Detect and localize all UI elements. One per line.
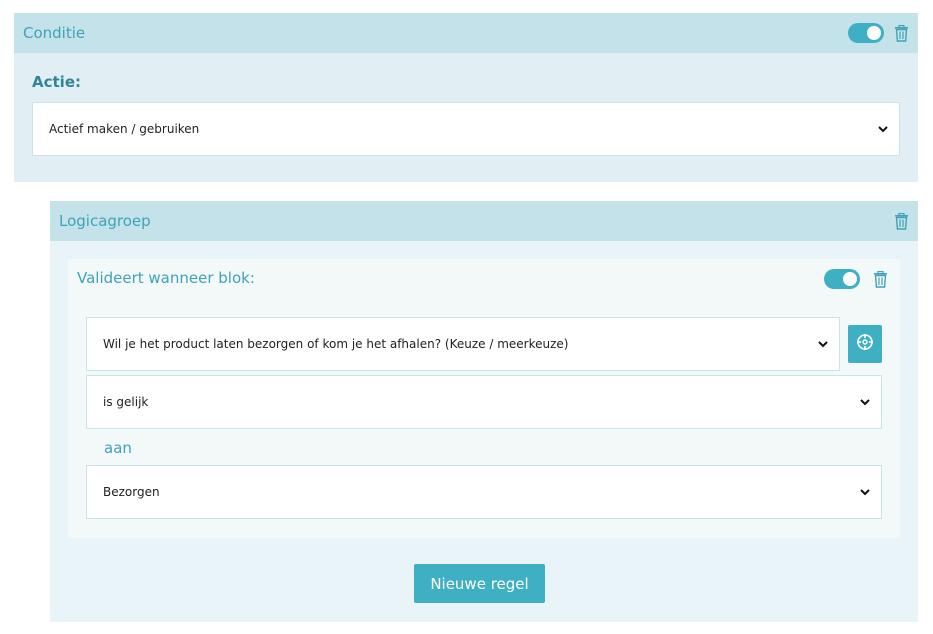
new-rule-button[interactable]: Nieuwe regel	[414, 564, 545, 603]
operator-select-value: is gelijk	[103, 395, 149, 409]
logic-group-title: Logicagroep	[59, 212, 151, 230]
condition-header: Conditie	[14, 13, 918, 53]
action-label: Actie:	[32, 73, 81, 91]
answer-select[interactable]: Bezorgen	[86, 465, 882, 519]
validation-enabled-toggle[interactable]	[824, 269, 860, 289]
logic-group-header: Logicagroep	[50, 201, 918, 241]
chevron-down-icon	[817, 338, 829, 350]
condition-panel: Conditie Actie: Actief maken / gebruiken	[14, 13, 918, 182]
crosshair-icon	[856, 333, 874, 355]
chevron-down-icon	[877, 123, 889, 135]
logic-group-panel: Logicagroep Valideert wanneer blok: Wil …	[50, 201, 918, 622]
condition-title: Conditie	[23, 24, 86, 42]
action-select-value: Actief maken / gebruiken	[49, 122, 200, 136]
question-select[interactable]: Wil je het product laten bezorgen of kom…	[86, 317, 840, 371]
validation-block-title: Valideert wanneer blok:	[77, 269, 255, 287]
connector-label: aan	[104, 439, 132, 457]
chevron-down-icon	[859, 486, 871, 498]
condition-enabled-toggle[interactable]	[848, 23, 884, 43]
pick-field-button[interactable]	[848, 325, 882, 363]
condition-delete-trash-icon[interactable]	[894, 24, 909, 42]
answer-select-value: Bezorgen	[103, 485, 160, 499]
action-select[interactable]: Actief maken / gebruiken	[32, 102, 900, 156]
chevron-down-icon	[859, 396, 871, 408]
validation-delete-trash-icon[interactable]	[873, 270, 888, 288]
validation-block: Valideert wanneer blok: Wil je het produ…	[68, 259, 900, 538]
validation-block-toolbar	[824, 269, 888, 289]
question-select-value: Wil je het product laten bezorgen of kom…	[103, 337, 569, 351]
logic-group-delete-trash-icon[interactable]	[894, 212, 909, 230]
operator-select[interactable]: is gelijk	[86, 375, 882, 429]
